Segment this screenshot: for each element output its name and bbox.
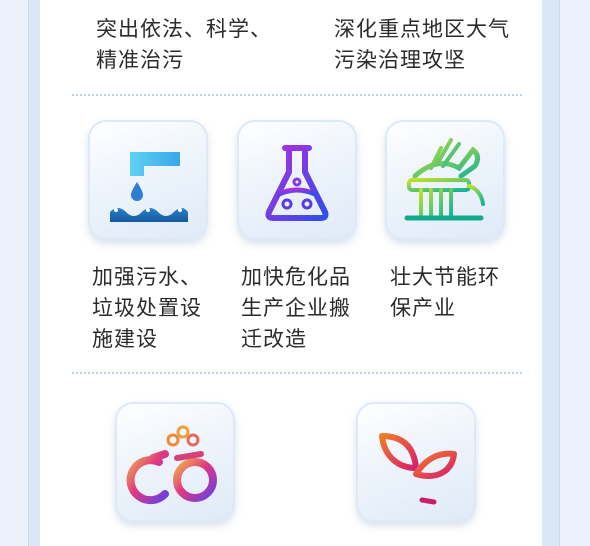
water-pollution-icon: [110, 152, 188, 222]
task-tile-ecology: [356, 402, 476, 522]
task-label-chemical: 加快危化品 生产企业搬 迁改造: [241, 265, 351, 351]
handcuffs-enforcement-icon: [126, 425, 217, 505]
task-tile-chemical: [237, 120, 357, 240]
divider: [72, 372, 522, 374]
task-tile-green-industry: [385, 120, 505, 240]
task-label-green-industry: 壮大节能环 保产业: [390, 265, 500, 320]
task-tile-wastewater: [88, 120, 208, 240]
wind-turbine-icon: [404, 138, 485, 221]
top-item-air-pollution: 深化重点地区大气 污染治理攻坚: [334, 17, 510, 72]
task-label-wastewater: 加强污水、 垃圾处置设 施建设: [92, 265, 202, 351]
task-tile-enforcement: [115, 402, 235, 522]
sprout-icon: [379, 433, 457, 505]
top-item-legal-pollution: 突出依法、科学、 精准治污: [96, 17, 272, 72]
chemical-flask-icon: [265, 145, 329, 221]
divider: [72, 94, 522, 96]
